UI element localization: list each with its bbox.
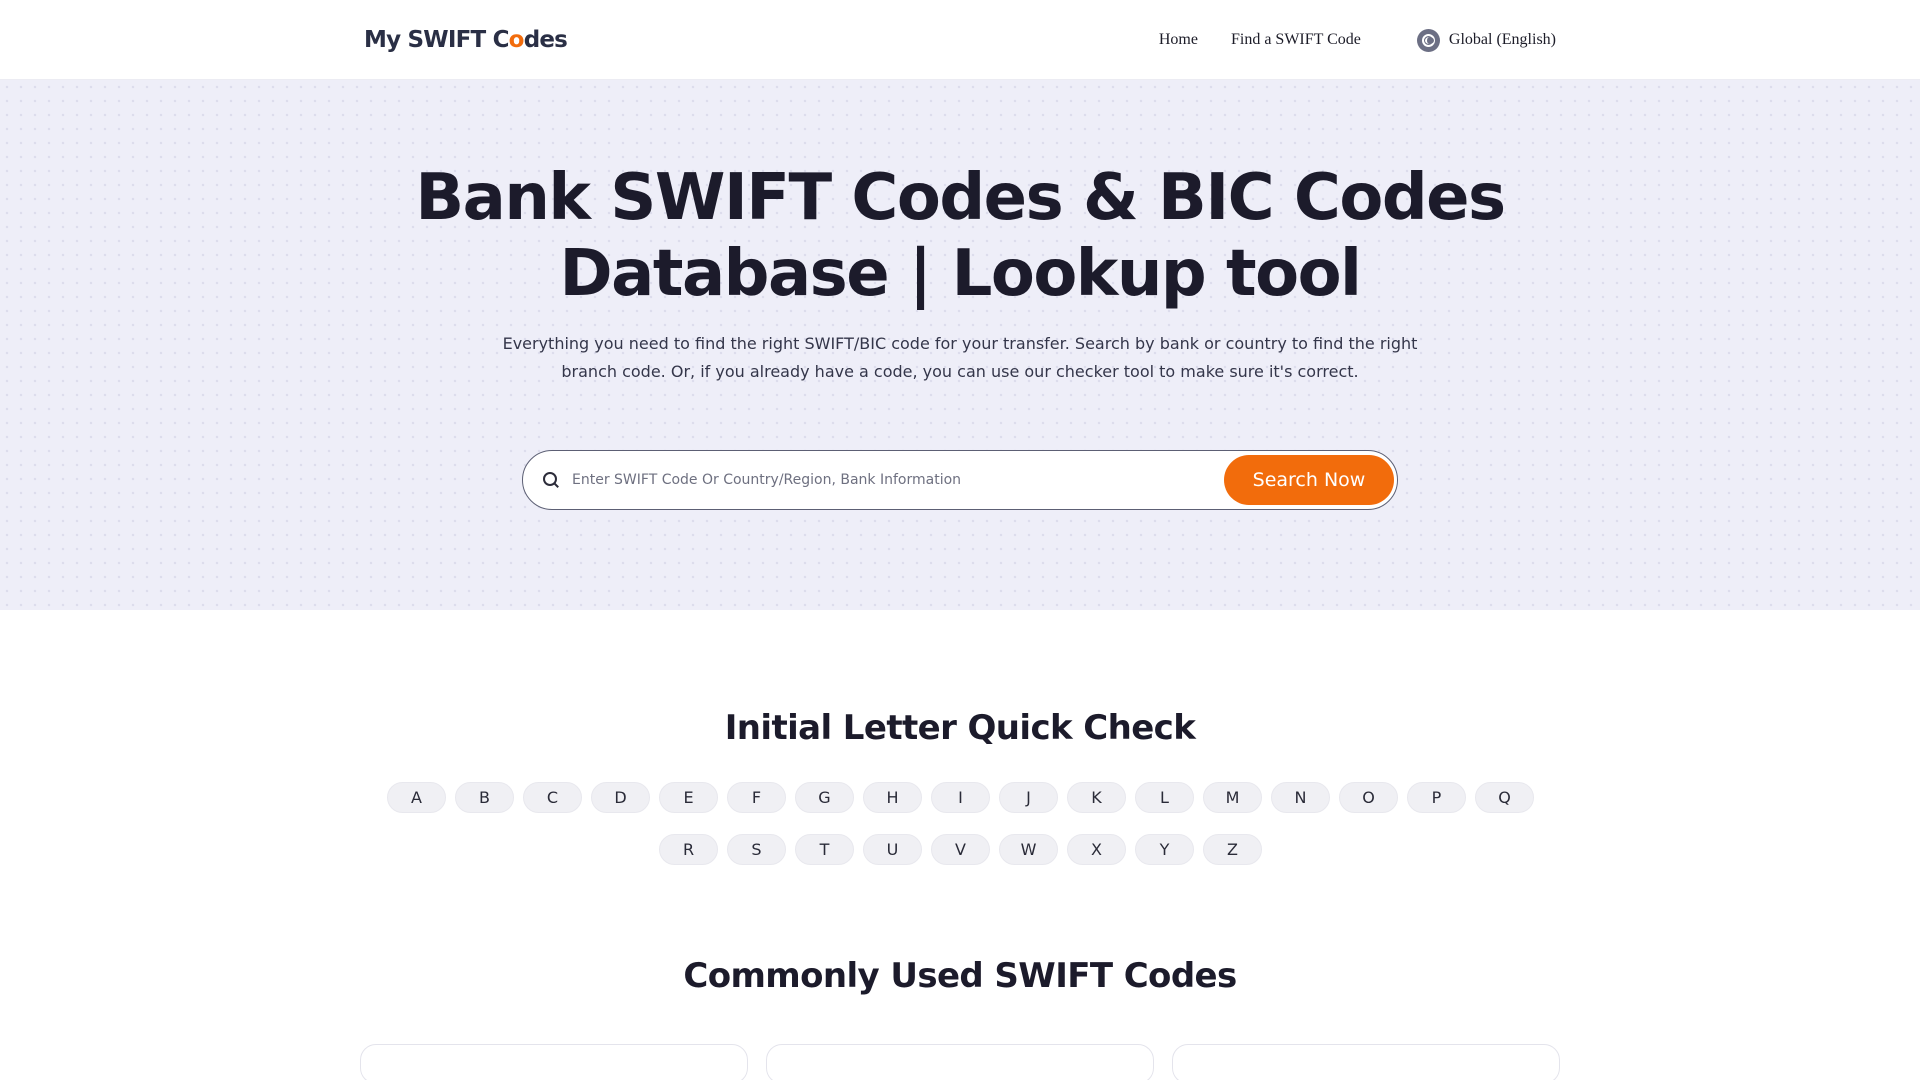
initial-letter-title: Initial Letter Quick Check: [724, 708, 1196, 748]
letter-chip-c[interactable]: C: [523, 782, 582, 813]
letter-chip-r[interactable]: R: [659, 834, 718, 865]
initial-letter-section: Initial Letter Quick Check ABCDEFGHIJKLM…: [0, 610, 1920, 886]
letter-chip-s[interactable]: S: [727, 834, 786, 865]
letter-chip-q[interactable]: Q: [1475, 782, 1534, 813]
letter-chip-u[interactable]: U: [863, 834, 922, 865]
letter-chip-t[interactable]: T: [795, 834, 854, 865]
common-codes-title: Commonly Used SWIFT Codes: [683, 956, 1237, 996]
search-bar: Search Now: [522, 450, 1398, 510]
letter-chip-n[interactable]: N: [1271, 782, 1330, 813]
swift-code-card[interactable]: [1172, 1044, 1560, 1080]
logo-text-accent: o: [508, 27, 525, 53]
letter-chip-p[interactable]: P: [1407, 782, 1466, 813]
letter-chip-l[interactable]: L: [1135, 782, 1194, 813]
hero-title-line-2: Database | Lookup tool: [559, 237, 1362, 311]
language-label: Global (English): [1448, 31, 1556, 48]
hero-title: Bank SWIFT Codes & BIC Codes Database | …: [410, 160, 1510, 312]
logo-text-prefix: My SWIFT C: [364, 27, 509, 53]
letter-chip-f[interactable]: F: [727, 782, 786, 813]
site-header: My SWIFT Codes Home Find a SWIFT Code Gl…: [0, 0, 1920, 80]
swift-code-card[interactable]: [766, 1044, 1154, 1080]
swift-code-card[interactable]: [360, 1044, 748, 1080]
letter-chip-k[interactable]: K: [1067, 782, 1126, 813]
language-selector[interactable]: Global (English): [1416, 28, 1556, 52]
letter-chip-z[interactable]: Z: [1203, 834, 1262, 865]
letter-list: ABCDEFGHIJKLMNOPQ RSTUVWXYZ: [380, 782, 1540, 886]
letter-chip-y[interactable]: Y: [1135, 834, 1194, 865]
letter-chip-d[interactable]: D: [591, 782, 650, 813]
common-codes-cards: [360, 1044, 1560, 1080]
letter-chip-m[interactable]: M: [1203, 782, 1262, 813]
letter-chip-j[interactable]: J: [999, 782, 1058, 813]
letter-chip-o[interactable]: O: [1339, 782, 1398, 813]
letter-chip-i[interactable]: I: [931, 782, 990, 813]
hero-title-line-1: Bank SWIFT Codes & BIC Codes: [415, 161, 1506, 235]
letter-chip-e[interactable]: E: [659, 782, 718, 813]
letter-chip-h[interactable]: H: [863, 782, 922, 813]
letter-chip-b[interactable]: B: [455, 782, 514, 813]
header-container: My SWIFT Codes Home Find a SWIFT Code Gl…: [364, 0, 1556, 80]
letter-chip-a[interactable]: A: [387, 782, 446, 813]
globe-icon: [1416, 28, 1440, 52]
site-logo[interactable]: My SWIFT Codes: [364, 27, 568, 53]
nav-find-swift-link[interactable]: Find a SWIFT Code: [1231, 31, 1361, 49]
search-icon: [543, 471, 560, 489]
letter-chip-v[interactable]: V: [931, 834, 990, 865]
nav-home-link[interactable]: Home: [1159, 31, 1198, 49]
search-now-button[interactable]: Search Now: [1224, 455, 1394, 505]
hero-description: Everything you need to find the right SW…: [502, 334, 1418, 381]
search-input[interactable]: [572, 460, 1224, 500]
hero-section: Bank SWIFT Codes & BIC Codes Database | …: [0, 80, 1920, 610]
letter-chip-w[interactable]: W: [999, 834, 1058, 865]
main-nav: Home Find a SWIFT Code Global (English): [1126, 28, 1556, 52]
logo-text-suffix: des: [523, 27, 568, 53]
common-codes-section: Commonly Used SWIFT Codes: [0, 886, 1920, 1080]
letter-chip-g[interactable]: G: [795, 782, 854, 813]
letter-chip-x[interactable]: X: [1067, 834, 1126, 865]
